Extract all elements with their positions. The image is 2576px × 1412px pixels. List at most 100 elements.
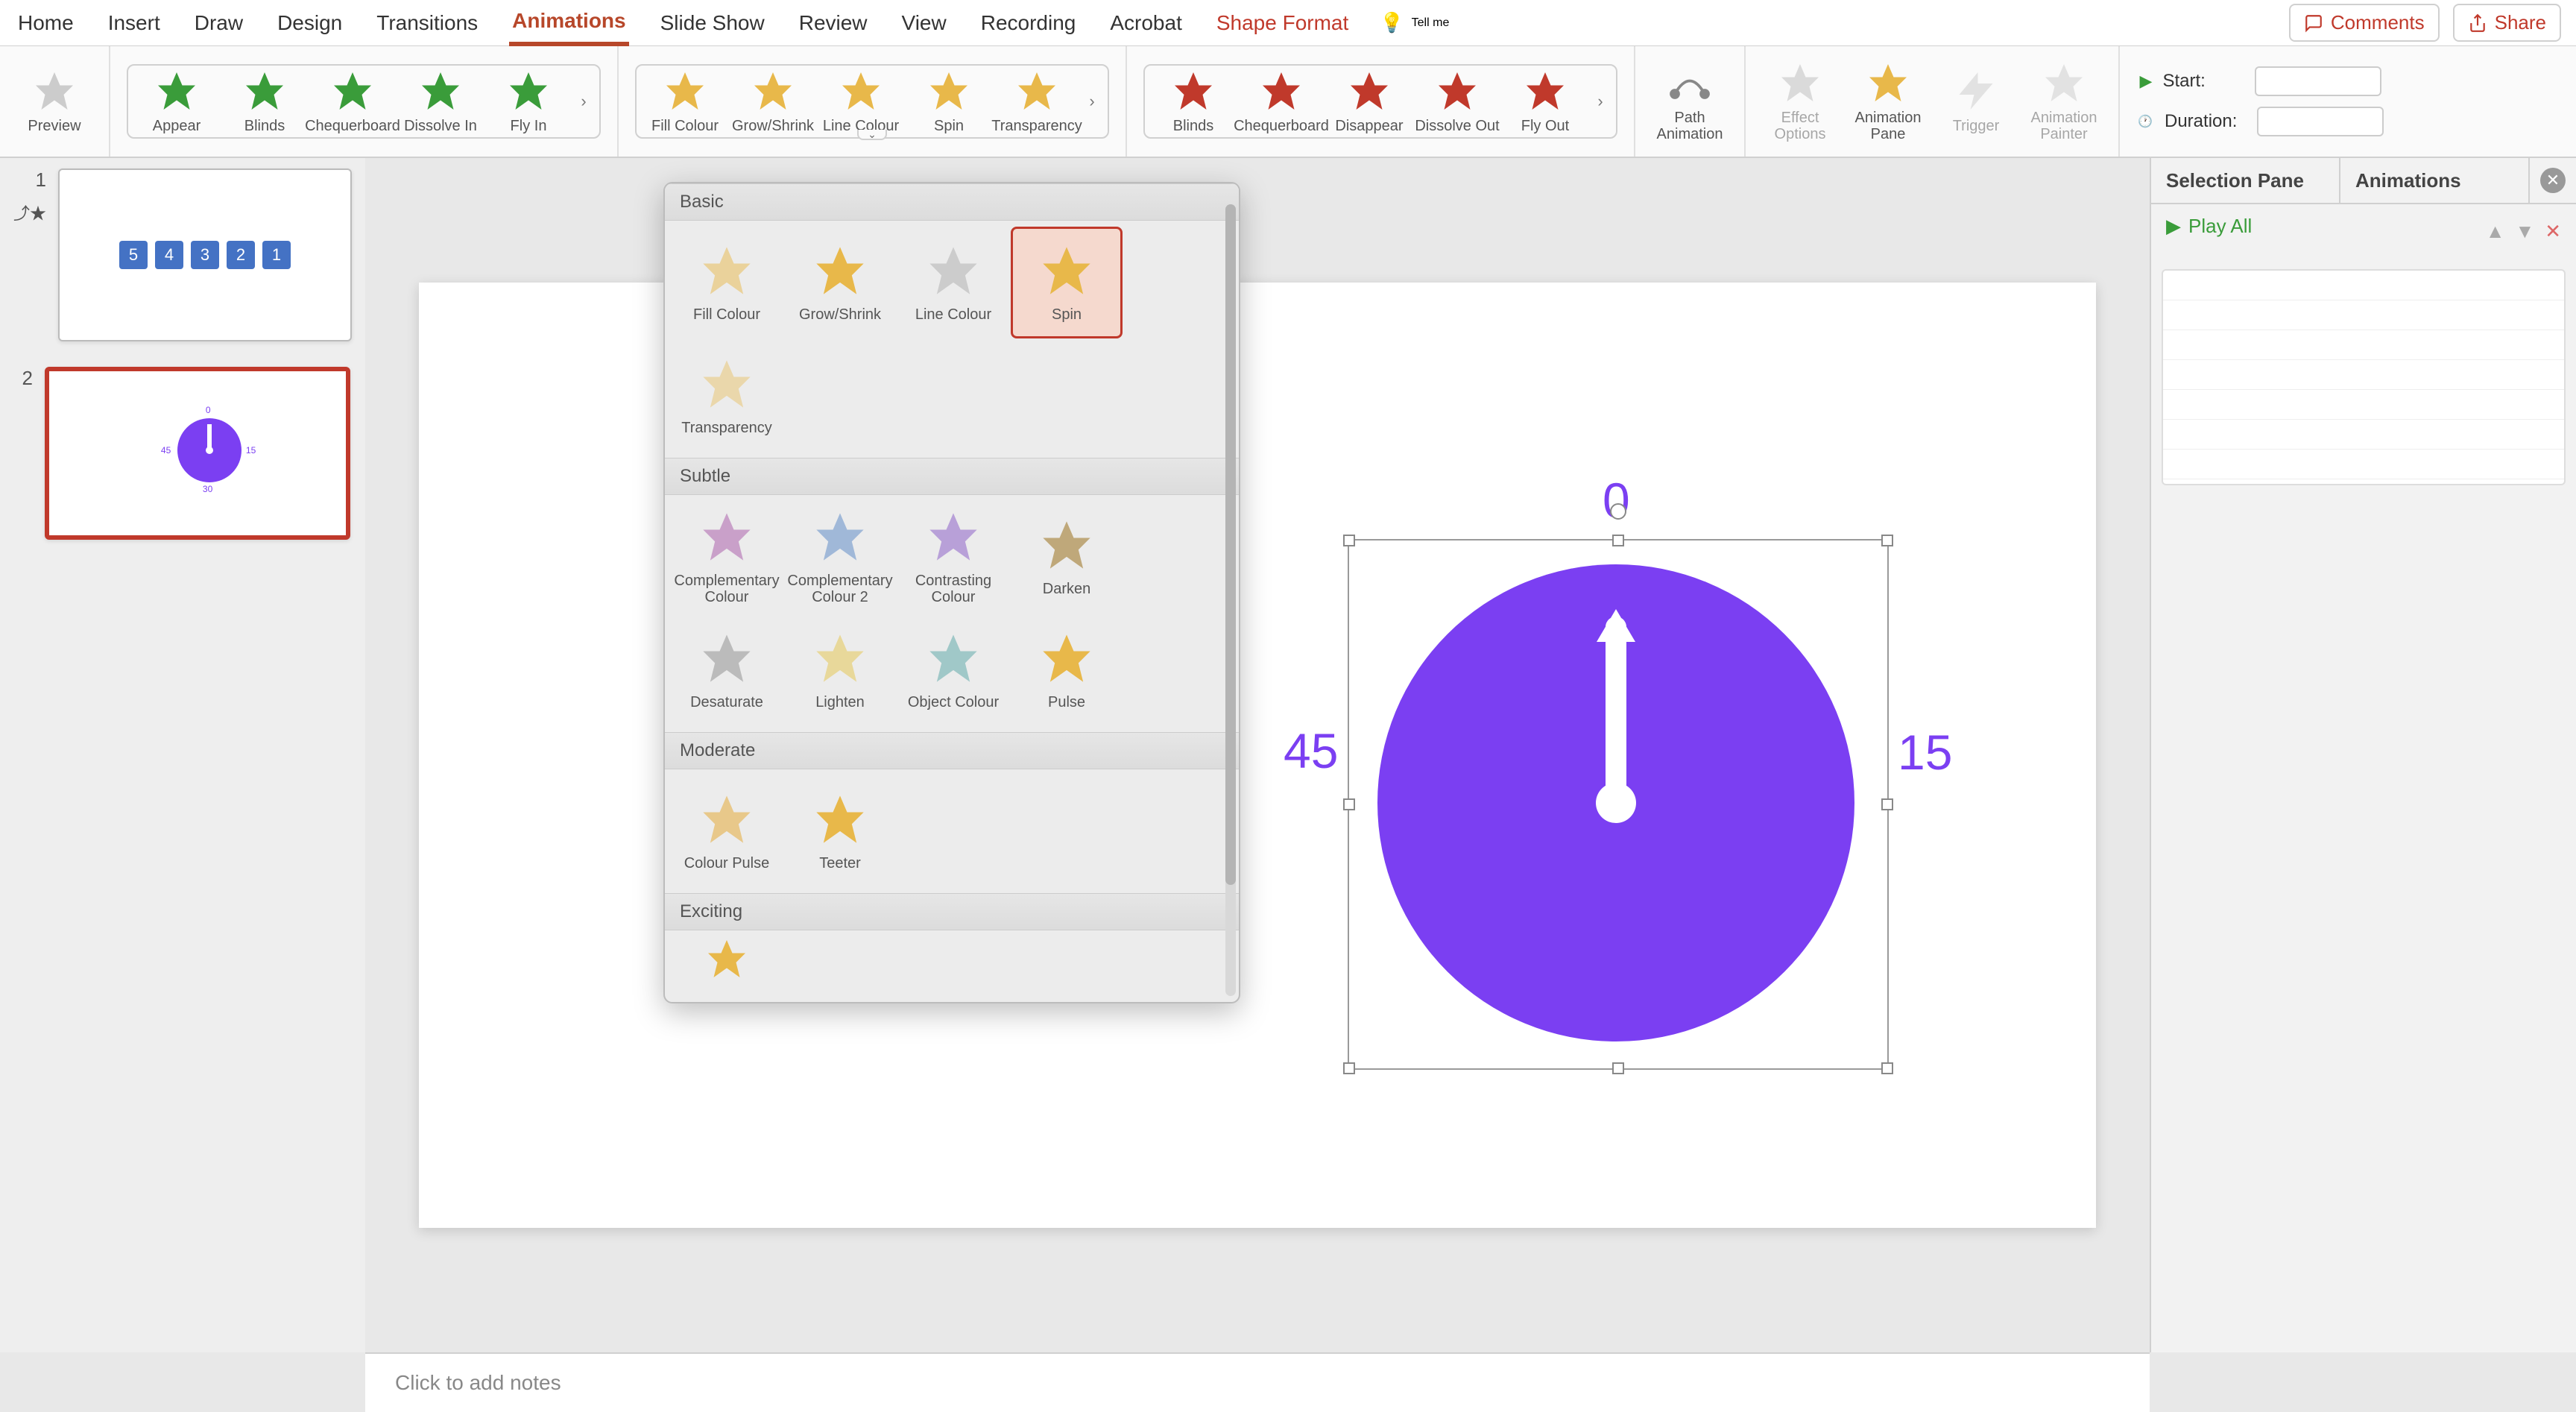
start-label: Start: — [2162, 71, 2244, 92]
dd-fill-colour[interactable]: Fill Colour — [671, 227, 783, 338]
play-all-button[interactable]: ▶ Play All — [2166, 215, 2252, 238]
tab-insert[interactable]: Insert — [105, 2, 163, 44]
dd-pulse[interactable]: Pulse — [1011, 614, 1123, 726]
emphasis-spin[interactable]: Spin — [905, 69, 993, 134]
tab-acrobat[interactable]: Acrobat — [1107, 2, 1185, 44]
effect-options-button[interactable]: Effect Options — [1756, 60, 1844, 142]
exit-dissolve-out[interactable]: Dissolve Out — [1413, 69, 1501, 134]
emphasis-more[interactable]: › — [1081, 92, 1103, 111]
emphasis-transparency[interactable]: Transparency — [993, 69, 1081, 134]
exit-fly-out[interactable]: Fly Out — [1501, 69, 1589, 134]
delete-icon[interactable]: ✕ — [2545, 220, 2561, 243]
tab-design[interactable]: Design — [274, 2, 345, 44]
star-icon — [925, 630, 982, 687]
path-animation-button[interactable]: Path Animation — [1646, 60, 1734, 142]
star-icon — [1523, 69, 1568, 113]
star-icon — [418, 69, 463, 113]
path-group: Path Animation — [1635, 46, 1746, 157]
star-icon — [925, 508, 982, 565]
notes-area[interactable]: Click to add notes — [365, 1352, 2150, 1412]
selection-pane-tab[interactable]: Selection Pane — [2151, 158, 2340, 203]
tab-slideshow[interactable]: Slide Show — [657, 2, 768, 44]
handle-w[interactable] — [1343, 798, 1355, 810]
exit-blinds[interactable]: Blinds — [1149, 69, 1237, 134]
tab-recording[interactable]: Recording — [978, 2, 1079, 44]
move-down-icon[interactable]: ▼ — [2515, 220, 2534, 243]
handle-s[interactable] — [1612, 1062, 1624, 1074]
exit-disappear[interactable]: Disappear — [1325, 69, 1413, 134]
dd-object-colour[interactable]: Object Colour — [897, 614, 1009, 726]
dd-spin[interactable]: Spin — [1011, 227, 1123, 338]
dd-darken[interactable]: Darken — [1011, 501, 1123, 613]
animation-list[interactable] — [2162, 269, 2566, 485]
dd-colour-pulse[interactable]: Colour Pulse — [671, 775, 783, 887]
dd-complementary-colour[interactable]: Complementary Colour — [671, 501, 783, 613]
emphasis-grow-shrink[interactable]: Grow/Shrink — [729, 69, 817, 134]
share-icon — [2468, 13, 2487, 33]
comments-button[interactable]: Comments — [2289, 4, 2440, 42]
duration-label: Duration: — [2165, 111, 2247, 132]
dropdown-scrollbar[interactable] — [1225, 204, 1236, 996]
handle-ne[interactable] — [1881, 535, 1893, 546]
dd-contrasting-colour[interactable]: Contrasting Colour — [897, 501, 1009, 613]
star-icon — [330, 69, 375, 113]
dd-grow-shrink[interactable]: Grow/Shrink — [784, 227, 896, 338]
emphasis-fill-colour[interactable]: Fill Colour — [641, 69, 729, 134]
preview-label: Preview — [28, 118, 80, 134]
star-icon — [1259, 69, 1304, 113]
tab-review[interactable]: Review — [796, 2, 871, 44]
preview-button[interactable]: Preview — [10, 69, 98, 134]
tab-transitions[interactable]: Transitions — [373, 2, 481, 44]
dd-desaturate[interactable]: Desaturate — [671, 614, 783, 726]
duration-input[interactable] — [2257, 107, 2384, 136]
handle-sw[interactable] — [1343, 1062, 1355, 1074]
handle-e[interactable] — [1881, 798, 1893, 810]
handle-nw[interactable] — [1343, 535, 1355, 546]
anim-pane-header: ▶ Play All ▲ ▼ ✕ — [2151, 204, 2576, 259]
entrance-fly-in[interactable]: Fly In — [484, 69, 572, 134]
handle-se[interactable] — [1881, 1062, 1893, 1074]
tab-animations[interactable]: Animations — [509, 0, 628, 46]
entrance-blinds[interactable]: Blinds — [221, 69, 309, 134]
pane-close-button[interactable]: ✕ — [2540, 168, 2566, 193]
handle-n[interactable] — [1612, 535, 1624, 546]
animation-pane-button[interactable]: Animation Pane — [1844, 60, 1932, 142]
dd-transparency[interactable]: Transparency — [671, 340, 783, 452]
dd-line-colour[interactable]: Line Colour — [897, 227, 1009, 338]
animation-painter-button[interactable]: Animation Painter — [2020, 60, 2108, 142]
dd-teeter[interactable]: Teeter — [784, 775, 896, 887]
tab-draw[interactable]: Draw — [192, 2, 246, 44]
entrance-appear[interactable]: Appear — [133, 69, 221, 134]
tab-shape-format[interactable]: Shape Format — [1213, 2, 1351, 44]
emphasis-expand[interactable]: ⌄ — [857, 130, 887, 140]
emphasis-line-colour[interactable]: Line Colour — [817, 69, 905, 134]
entrance-chequerboard[interactable]: Chequerboard — [309, 69, 397, 134]
comments-label: Comments — [2331, 11, 2425, 34]
entrance-dissolve-in[interactable]: Dissolve In — [397, 69, 484, 134]
tab-view[interactable]: View — [899, 2, 950, 44]
rotate-handle[interactable] — [1610, 503, 1626, 520]
tell-me[interactable]: 💡 Tell me — [1380, 11, 1449, 34]
star-icon — [1014, 69, 1059, 113]
dd-lighten[interactable]: Lighten — [784, 614, 896, 726]
start-input[interactable] — [2255, 66, 2381, 96]
share-button[interactable]: Share — [2453, 4, 2561, 42]
emphasis-group: Fill Colour Grow/Shrink Line Colour Spin… — [619, 46, 1127, 157]
entrance-more[interactable]: › — [572, 92, 595, 111]
dd-exciting-item[interactable] — [671, 936, 783, 996]
tab-home[interactable]: Home — [15, 2, 77, 44]
thumb-2[interactable]: 0 15 30 45 — [45, 367, 350, 540]
thumb-1-row: 1 ⤴★ 5 4 3 2 1 — [13, 168, 352, 341]
dd-section-moderate: Moderate — [665, 732, 1239, 769]
animations-pane-tab[interactable]: Animations — [2340, 158, 2530, 203]
star-icon — [1171, 69, 1216, 113]
exit-chequerboard[interactable]: Chequerboard — [1237, 69, 1325, 134]
exit-more[interactable]: › — [1589, 92, 1611, 111]
move-up-icon[interactable]: ▲ — [2486, 220, 2505, 243]
thumb-1[interactable]: 5 4 3 2 1 — [58, 168, 352, 341]
dd-complementary-colour-2[interactable]: Complementary Colour 2 — [784, 501, 896, 613]
trigger-button[interactable]: Trigger — [1932, 69, 2020, 134]
clock-label-15: 15 — [1898, 724, 1952, 781]
star-icon — [1778, 60, 1822, 105]
clock-circle[interactable] — [1377, 564, 1854, 1041]
